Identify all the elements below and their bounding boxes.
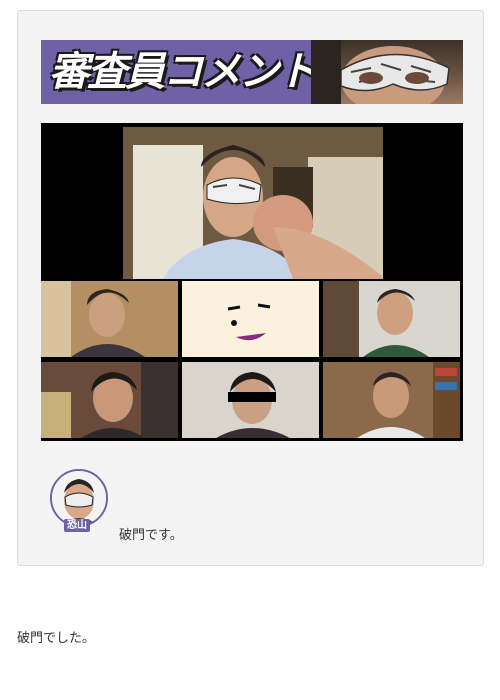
participant-tile-1 [41, 281, 178, 357]
judge-avatar: 恐山 [50, 469, 110, 532]
comment-card: 審査員コメント 恐山 破門です。 [17, 10, 484, 566]
judge-comment-banner: 審査員コメント [41, 40, 463, 104]
main-speaker-tile [123, 127, 383, 279]
participant-tile-4 [41, 362, 178, 438]
video-call-screenshot [41, 123, 463, 441]
banner-masked-face-photo [311, 40, 463, 104]
participant-tile-2-illustration [182, 281, 319, 357]
comment-text: 破門です。 [119, 528, 183, 543]
banner-title: 審査員コメント [49, 49, 317, 95]
participant-tile-3 [323, 281, 460, 357]
avatar-name-label: 恐山 [64, 519, 90, 532]
article-paragraph: 破門でした。 [17, 631, 96, 646]
participant-tile-5-censored [182, 362, 319, 438]
participant-tile-6 [323, 362, 460, 438]
